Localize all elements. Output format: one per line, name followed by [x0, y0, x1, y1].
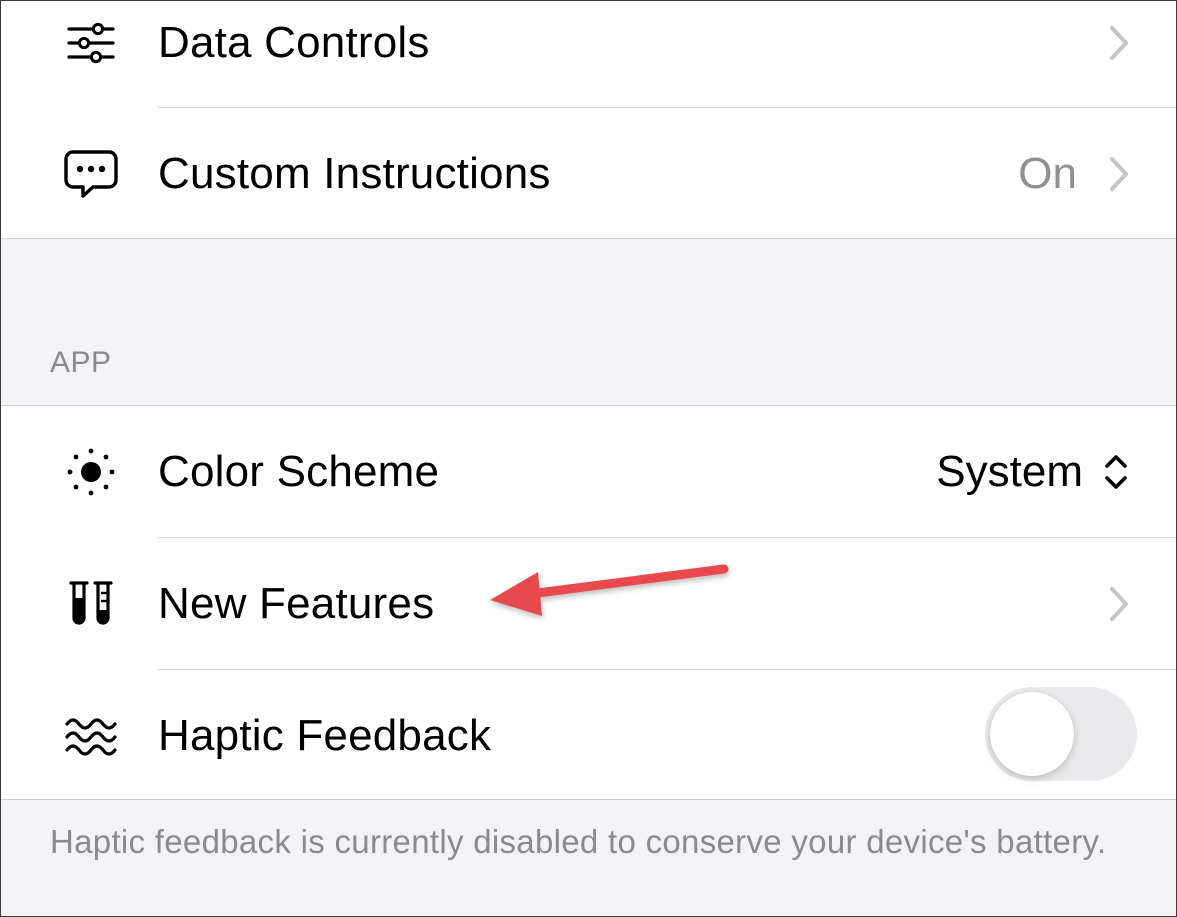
haptic-feedback-toggle[interactable]: [985, 687, 1137, 781]
data-controls-row[interactable]: Data Controls: [0, 0, 1177, 109]
waves-icon: [62, 707, 120, 765]
haptic-feedback-label: Haptic Feedback: [158, 711, 492, 760]
chevron-right-icon: [1110, 587, 1128, 621]
toggle-knob: [990, 692, 1074, 776]
haptic-footnote: Haptic feedback is currently disabled to…: [50, 823, 1107, 860]
data-controls-label: Data Controls: [158, 18, 430, 67]
chat-bubble-icon: [62, 145, 120, 203]
settings-group-account: Data Controls Custom Instructions On: [0, 0, 1177, 239]
sliders-icon: [62, 14, 120, 72]
custom-instructions-row[interactable]: Custom Instructions On: [0, 108, 1177, 240]
sun-icon: [62, 443, 120, 501]
chevron-right-icon: [1110, 26, 1128, 60]
color-scheme-value[interactable]: System: [936, 406, 1083, 538]
new-features-label: New Features: [158, 579, 435, 628]
custom-instructions-value: On: [1018, 149, 1077, 198]
section-header-app: APP: [50, 346, 112, 379]
chevron-up-down-icon: [1105, 455, 1127, 489]
annotation-arrow-icon: [490, 564, 729, 616]
chevron-right-icon: [1110, 157, 1128, 191]
test-tubes-icon: [62, 575, 120, 633]
color-scheme-label: Color Scheme: [158, 447, 440, 496]
custom-instructions-label: Custom Instructions: [158, 149, 551, 198]
color-scheme-row[interactable]: Color Scheme System: [0, 406, 1177, 538]
